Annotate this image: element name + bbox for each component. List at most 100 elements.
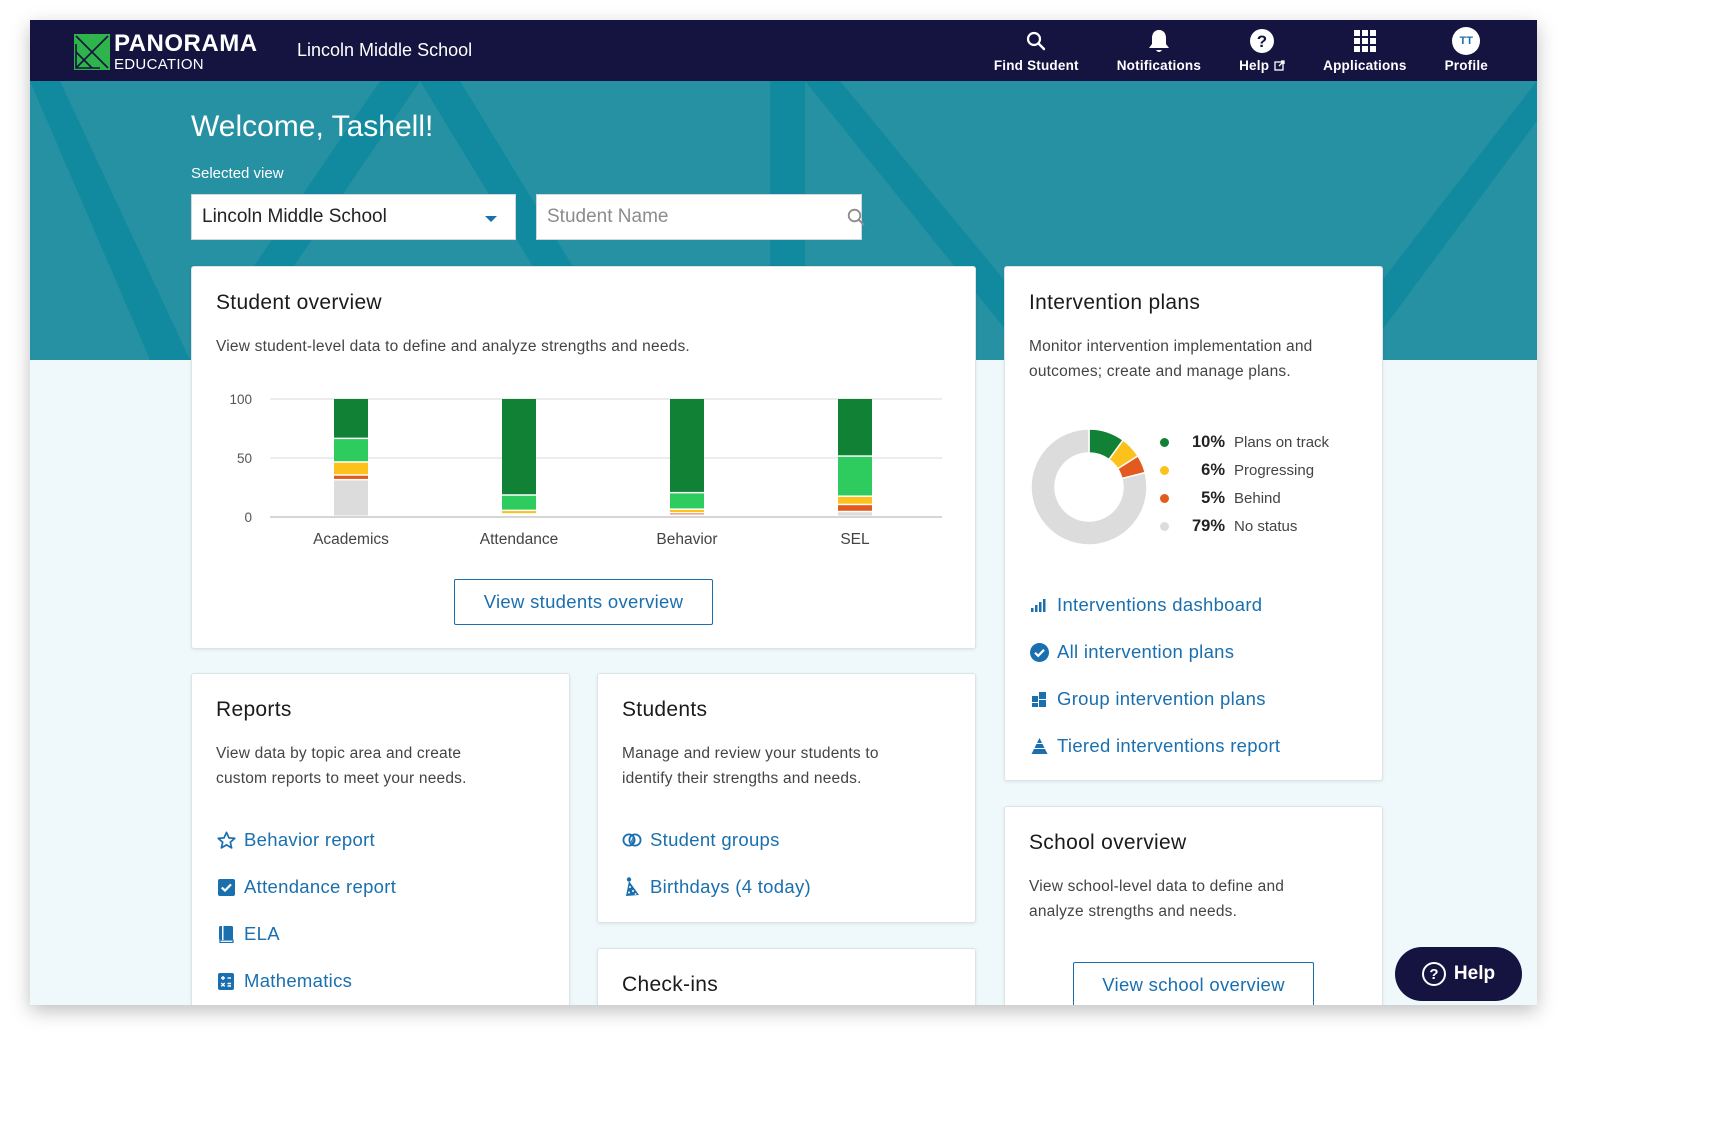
student-overview-chart: 0 50 100 Academics Attendance Behavior SEL bbox=[229, 392, 942, 548]
bar-segment-near-on-track bbox=[670, 493, 704, 509]
top-nav: Find Student Notifications ? Help Applic… bbox=[975, 20, 1507, 81]
legend-item: 5% Behind bbox=[1160, 489, 1281, 508]
student-groups-link[interactable]: Student groups bbox=[622, 829, 780, 851]
view-students-overview-button[interactable]: View students overview bbox=[454, 579, 713, 625]
legend-label: Plans on track bbox=[1234, 434, 1330, 451]
help-circle-icon: ? bbox=[1421, 962, 1446, 986]
student-overview-card: Student overview View student-level data… bbox=[191, 266, 976, 649]
bar-segment-behind bbox=[838, 505, 872, 511]
legend-pct: 10% bbox=[1191, 433, 1225, 451]
desc-line: custom reports to meet your needs. bbox=[216, 770, 467, 787]
mathematics-link[interactable]: Mathematics bbox=[216, 970, 352, 992]
y-tick-label: 100 bbox=[229, 392, 252, 407]
tiered-interventions-report-link[interactable]: Tiered interventions report bbox=[1029, 735, 1280, 757]
card-description: View school-level data to define and ana… bbox=[1029, 874, 1284, 924]
desc-line: analyze strengths and needs. bbox=[1029, 903, 1238, 920]
help-floating-button[interactable]: ? Help bbox=[1395, 947, 1522, 1001]
school-title: Lincoln Middle School bbox=[297, 40, 473, 60]
check-ins-card: Check-ins bbox=[597, 948, 976, 1005]
link-label: Student groups bbox=[650, 829, 780, 850]
desc-line: Manage and review your students to bbox=[622, 745, 879, 762]
link-label: Interventions dashboard bbox=[1057, 594, 1263, 615]
card-description: Monitor intervention implementation and … bbox=[1029, 334, 1313, 384]
checkbox-icon bbox=[216, 877, 236, 897]
bar-segment-near-on-track bbox=[838, 456, 872, 496]
card-title: Reports bbox=[216, 698, 292, 721]
card-title: Student overview bbox=[216, 291, 382, 314]
card-title: Students bbox=[622, 698, 708, 721]
nav-label: Applications bbox=[1323, 58, 1407, 73]
legend-item: 79% No status bbox=[1160, 517, 1297, 536]
bar-segment-behind bbox=[670, 513, 704, 515]
group-intervention-plans-link[interactable]: Group intervention plans bbox=[1029, 688, 1266, 710]
book-icon bbox=[216, 924, 236, 944]
panorama-logo[interactable]: PANORAMA EDUCATION bbox=[74, 32, 258, 72]
help-circle-icon: ? bbox=[1250, 28, 1275, 54]
card-description: Manage and review your students to ident… bbox=[622, 741, 879, 791]
legend-pct: 6% bbox=[1201, 461, 1225, 479]
legend-dot bbox=[1160, 466, 1169, 475]
behavior-report-link[interactable]: Behavior report bbox=[216, 829, 375, 851]
link-label: Tiered interventions report bbox=[1057, 735, 1281, 756]
interventions-dashboard-link[interactable]: Interventions dashboard bbox=[1029, 594, 1262, 616]
nav-notifications[interactable]: Notifications bbox=[1098, 20, 1220, 81]
bar-segment-no-status bbox=[334, 480, 368, 516]
link-label: All intervention plans bbox=[1057, 641, 1235, 662]
calculator-icon bbox=[216, 971, 236, 991]
link-label: Mathematics bbox=[244, 970, 353, 991]
nav-help[interactable]: ? Help bbox=[1220, 20, 1304, 81]
help-label: Help bbox=[1453, 963, 1496, 984]
x-tick-label: Behavior bbox=[656, 531, 717, 548]
card-title: Intervention plans bbox=[1029, 291, 1201, 314]
legend-label: Progressing bbox=[1234, 462, 1315, 479]
legend-dot bbox=[1160, 438, 1169, 447]
student-search bbox=[536, 194, 865, 240]
nav-label: Find Student bbox=[993, 58, 1079, 73]
desc-line: Monitor intervention implementation and bbox=[1029, 338, 1313, 355]
view-school-overview-button[interactable]: View school overview bbox=[1073, 962, 1314, 1005]
group-blocks-icon bbox=[1029, 689, 1049, 709]
legend-pct: 5% bbox=[1201, 489, 1225, 507]
selected-view-dropdown[interactable]: Lincoln Middle School bbox=[191, 194, 516, 240]
attendance-report-link[interactable]: Attendance report bbox=[216, 876, 396, 898]
legend-dot bbox=[1160, 494, 1169, 503]
x-tick-label: Academics bbox=[313, 531, 389, 548]
desc-line: View data by topic area and create bbox=[216, 745, 462, 762]
desc-line: View school-level data to define and bbox=[1029, 878, 1285, 895]
card-title: Check-ins bbox=[622, 973, 719, 996]
welcome-heading: Welcome, Tashell! bbox=[191, 110, 434, 143]
nav-profile[interactable]: TT Profile bbox=[1426, 20, 1507, 81]
x-tick-label: SEL bbox=[840, 531, 870, 548]
birthdays-link[interactable]: Birthdays (4 today) bbox=[622, 876, 811, 898]
bar-segment-progressing bbox=[334, 462, 368, 475]
reports-card: Reports View data by topic area and crea… bbox=[191, 673, 570, 1005]
card-description: View student-level data to define and an… bbox=[216, 338, 690, 355]
external-link-icon bbox=[1274, 60, 1285, 71]
student-name-input[interactable] bbox=[537, 195, 807, 239]
app-window: PANORAMA EDUCATION Lincoln Middle School… bbox=[30, 20, 1537, 1005]
card-title: School overview bbox=[1029, 831, 1187, 854]
legend-pct: 79% bbox=[1191, 517, 1225, 535]
all-intervention-plans-link[interactable]: All intervention plans bbox=[1029, 641, 1234, 663]
bar-segment-progressing bbox=[838, 496, 872, 504]
legend-label: Behind bbox=[1234, 490, 1281, 507]
nav-label: Notifications bbox=[1116, 58, 1202, 73]
bell-icon bbox=[1148, 28, 1170, 54]
link-label: ELA bbox=[244, 923, 280, 944]
bar-segment-near-on-track bbox=[334, 439, 368, 462]
check-circle-icon bbox=[1029, 642, 1049, 662]
selected-view-value: Lincoln Middle School bbox=[202, 206, 387, 227]
logo-brand: PANORAMA bbox=[114, 30, 258, 57]
nav-label: Profile bbox=[1444, 58, 1488, 73]
legend-item: 10% Plans on track bbox=[1160, 433, 1329, 452]
bar-segment-on-track bbox=[838, 399, 872, 456]
ela-link[interactable]: ELA bbox=[216, 923, 280, 945]
bar-segment-on-track bbox=[670, 399, 704, 492]
nav-applications[interactable]: Applications bbox=[1304, 20, 1425, 81]
nav-find-student[interactable]: Find Student bbox=[975, 20, 1098, 81]
link-label: Attendance report bbox=[244, 876, 397, 897]
avatar: TT bbox=[1452, 27, 1481, 55]
intervention-plans-card: Intervention plans Monitor intervention … bbox=[1004, 266, 1383, 781]
top-nav-bar: PANORAMA EDUCATION Lincoln Middle School… bbox=[30, 20, 1537, 81]
logo-mark-icon bbox=[74, 34, 110, 70]
